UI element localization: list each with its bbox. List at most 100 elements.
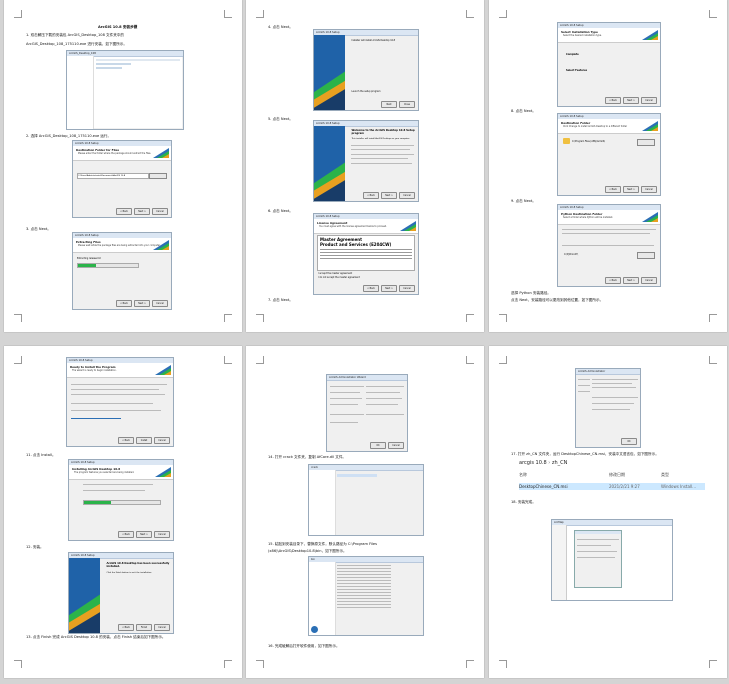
column-header[interactable]: 类型 [661,472,669,478]
cancel-button[interactable]: Cancel [152,208,168,215]
select-features-option[interactable]: Select Features [566,69,587,72]
breadcrumb-item[interactable]: arcgis 10.8 [519,460,547,466]
step-text: 9. 点击 Next。 [511,199,536,203]
logo-icon [642,30,658,40]
screenshot-license: ArcGIS 10.8 Setup License Agreement You m… [313,213,419,295]
column-header[interactable]: 名称 [519,472,609,478]
installer-banner [314,126,346,201]
back-button[interactable]: < Back [605,277,621,284]
step-text: 7. 点击 Next。 [268,298,293,302]
crop-mark [224,356,232,364]
step-text: ArcGIS_Desktop_108_175110.exe 进行安装，如下图所示… [26,42,127,46]
cancel-button[interactable]: Cancel [154,531,170,538]
screenshot-administrator-2: ArcGIS Administrator OK [575,368,641,448]
dialog-subtitle: The wizard is ready to begin installatio… [72,369,117,372]
cancel-button[interactable]: Cancel [641,97,657,104]
cancel-button[interactable]: Cancel [399,192,415,199]
license-text-box[interactable]: Master Agreement Product and Services (E… [317,235,415,271]
column-header[interactable]: 修改日期 [609,472,661,478]
next-button[interactable]: Next > [623,97,639,104]
next-button[interactable]: Next > [623,186,639,193]
cancel-button[interactable]: Cancel [152,300,168,307]
next-button[interactable]: Next > [623,277,639,284]
cancel-button[interactable]: Cancel [154,437,170,444]
ok-button[interactable]: OK [370,442,386,449]
step-text: 8. 点击 Next。 [511,109,536,113]
step-text: 13. 点击 Finish 完成 ArcGIS Desktop 10.8 的安装… [26,635,166,639]
crop-mark [256,314,264,322]
change-button[interactable] [637,139,655,146]
step-text: 6. 点击 Next。 [268,209,293,213]
installer-banner [69,558,101,633]
next-button[interactable]: Next > [381,285,397,292]
crop-mark [256,660,264,668]
step-text: 1. 双击解压下载的安装包 ArcGIS_Desktop_108 文件夹中的 [26,33,124,37]
next-button[interactable]: Next > [381,192,397,199]
accept-radio[interactable]: I accept the master agreement [318,272,352,275]
cancel-button[interactable]: Cancel [399,285,415,292]
document-page-5: ArcGIS Administrator Wizard OK Cancel 14.… [246,346,484,678]
back-button[interactable]: < Back [363,285,379,292]
cancel-button[interactable]: Cancel [641,186,657,193]
screenshot-destination-folder: ArcGIS 10.8 Setup Destination Folder for… [72,140,172,218]
logo-icon [153,240,169,250]
cancel-button[interactable]: Cancel [641,277,657,284]
next-button[interactable]: Next [381,101,397,108]
finish-button[interactable]: Finish [136,624,152,631]
change-button[interactable] [637,252,655,259]
dialog-subtitle: Please enter the folder where the packag… [78,152,152,155]
dialog-header: ArcGIS 10.8 Desktop has been successfull… [106,562,170,568]
ok-button[interactable]: OK [621,438,637,445]
step-text: 18. 安装完成。 [511,500,536,504]
cancel-button[interactable]: Cancel [154,624,170,631]
step-text: 16. 完成破解后打开软件使用，如下图所示。 [268,644,340,648]
back-button[interactable]: < Back [116,300,132,307]
back-button[interactable]: < Back [605,186,621,193]
screenshot-welcome: ArcGIS 10.8 Setup Welcome to the ArcGIS … [313,120,419,202]
close-button[interactable]: Close [399,101,415,108]
folder-icon [563,138,570,144]
dialog-subtitle: This installer will install ArcGIS Deskt… [351,138,410,140]
crop-mark [224,10,232,18]
step-text: (x86)\ArcGIS\Desktop10.8\bin，如下图所示。 [268,549,347,553]
progress-bar [77,263,139,268]
next-button[interactable]: Next > [136,531,152,538]
screenshot-bin-folder: bin [308,556,424,636]
screenshot-install-type: ArcGIS 10.8 Setup Select Installation Ty… [557,22,661,107]
screenshot-crack-folder: crack [308,464,424,536]
back-button[interactable]: < Back [118,624,134,631]
crop-mark [256,356,264,364]
crop-mark [466,660,474,668]
cancel-button[interactable]: Cancel [388,442,404,449]
dialog-subtitle: Installer will install ArcGIS Desktop 10… [351,39,396,42]
back-button[interactable]: < Back [116,208,132,215]
window-title: ArcGIS Administrator Wizard [327,375,407,381]
back-button[interactable]: < Back [118,437,134,444]
back-button[interactable]: < Back [363,192,379,199]
back-button[interactable]: < Back [118,531,134,538]
install-button[interactable]: Install [136,437,152,444]
next-button[interactable]: Next > [134,208,150,215]
back-button[interactable]: < Back [605,97,621,104]
crop-mark [499,314,507,322]
file-name: DesktopChinese_CN.msi [519,484,568,489]
dialog-subtitle: You must agree with the license agreemen… [319,225,387,228]
complete-option[interactable]: Complete [566,53,579,56]
window-title: ArcMap [552,520,672,526]
progress-bar [83,500,161,505]
browse-button[interactable] [149,173,167,179]
launch-checkbox[interactable]: Launch the setup program [351,90,380,93]
crop-mark [14,356,22,364]
breadcrumb-item[interactable]: zh_CN [552,460,568,466]
decline-radio[interactable]: I do not accept the master agreement [318,276,360,279]
crop-mark [499,356,507,364]
folder-input[interactable]: C:\Users\Administrator\Documents\ArcGIS … [77,173,149,179]
screenshot-finish: ArcGIS 10.8 Setup ArcGIS 10.8 Desktop ha… [68,552,174,634]
crop-mark [709,356,717,364]
explorer-snippet: arcgis 10.8 › zh_CN 名称 修改日期 类型 DesktopCh… [519,460,705,496]
next-button[interactable]: Next > [134,300,150,307]
table-row[interactable]: DesktopChinese_CN.msi 2021/2/21 9:27 Win… [519,483,705,490]
crop-mark [466,314,474,322]
breadcrumb: arcgis 10.8 › zh_CN [519,460,568,466]
logo-icon [400,221,416,231]
